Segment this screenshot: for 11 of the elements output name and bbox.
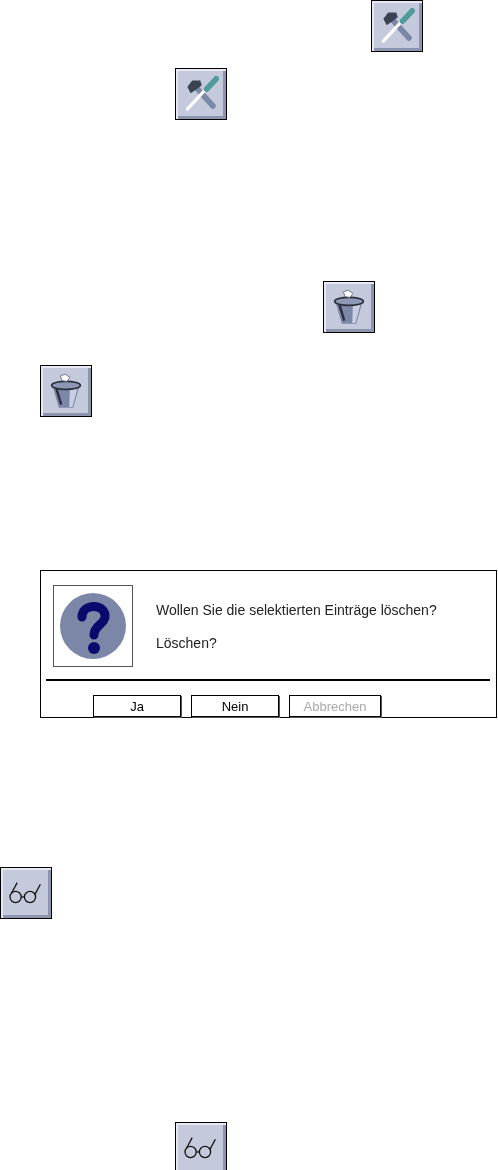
bucket-button[interactable] (40, 365, 92, 417)
dialog-button[interactable]: Ja (93, 695, 181, 717)
glasses-button[interactable] (0, 867, 52, 919)
tools-button[interactable] (371, 0, 423, 52)
glasses-button[interactable] (175, 1122, 227, 1170)
tools-button[interactable] (175, 68, 227, 120)
dialog-button[interactable]: Nein (191, 695, 279, 717)
bucket-button[interactable] (323, 281, 375, 333)
question-icon (58, 591, 128, 661)
dialog-message: Wollen Sie die selektierten Einträge löschen? (156, 601, 437, 618)
dialog-message: Löschen? (156, 634, 218, 651)
